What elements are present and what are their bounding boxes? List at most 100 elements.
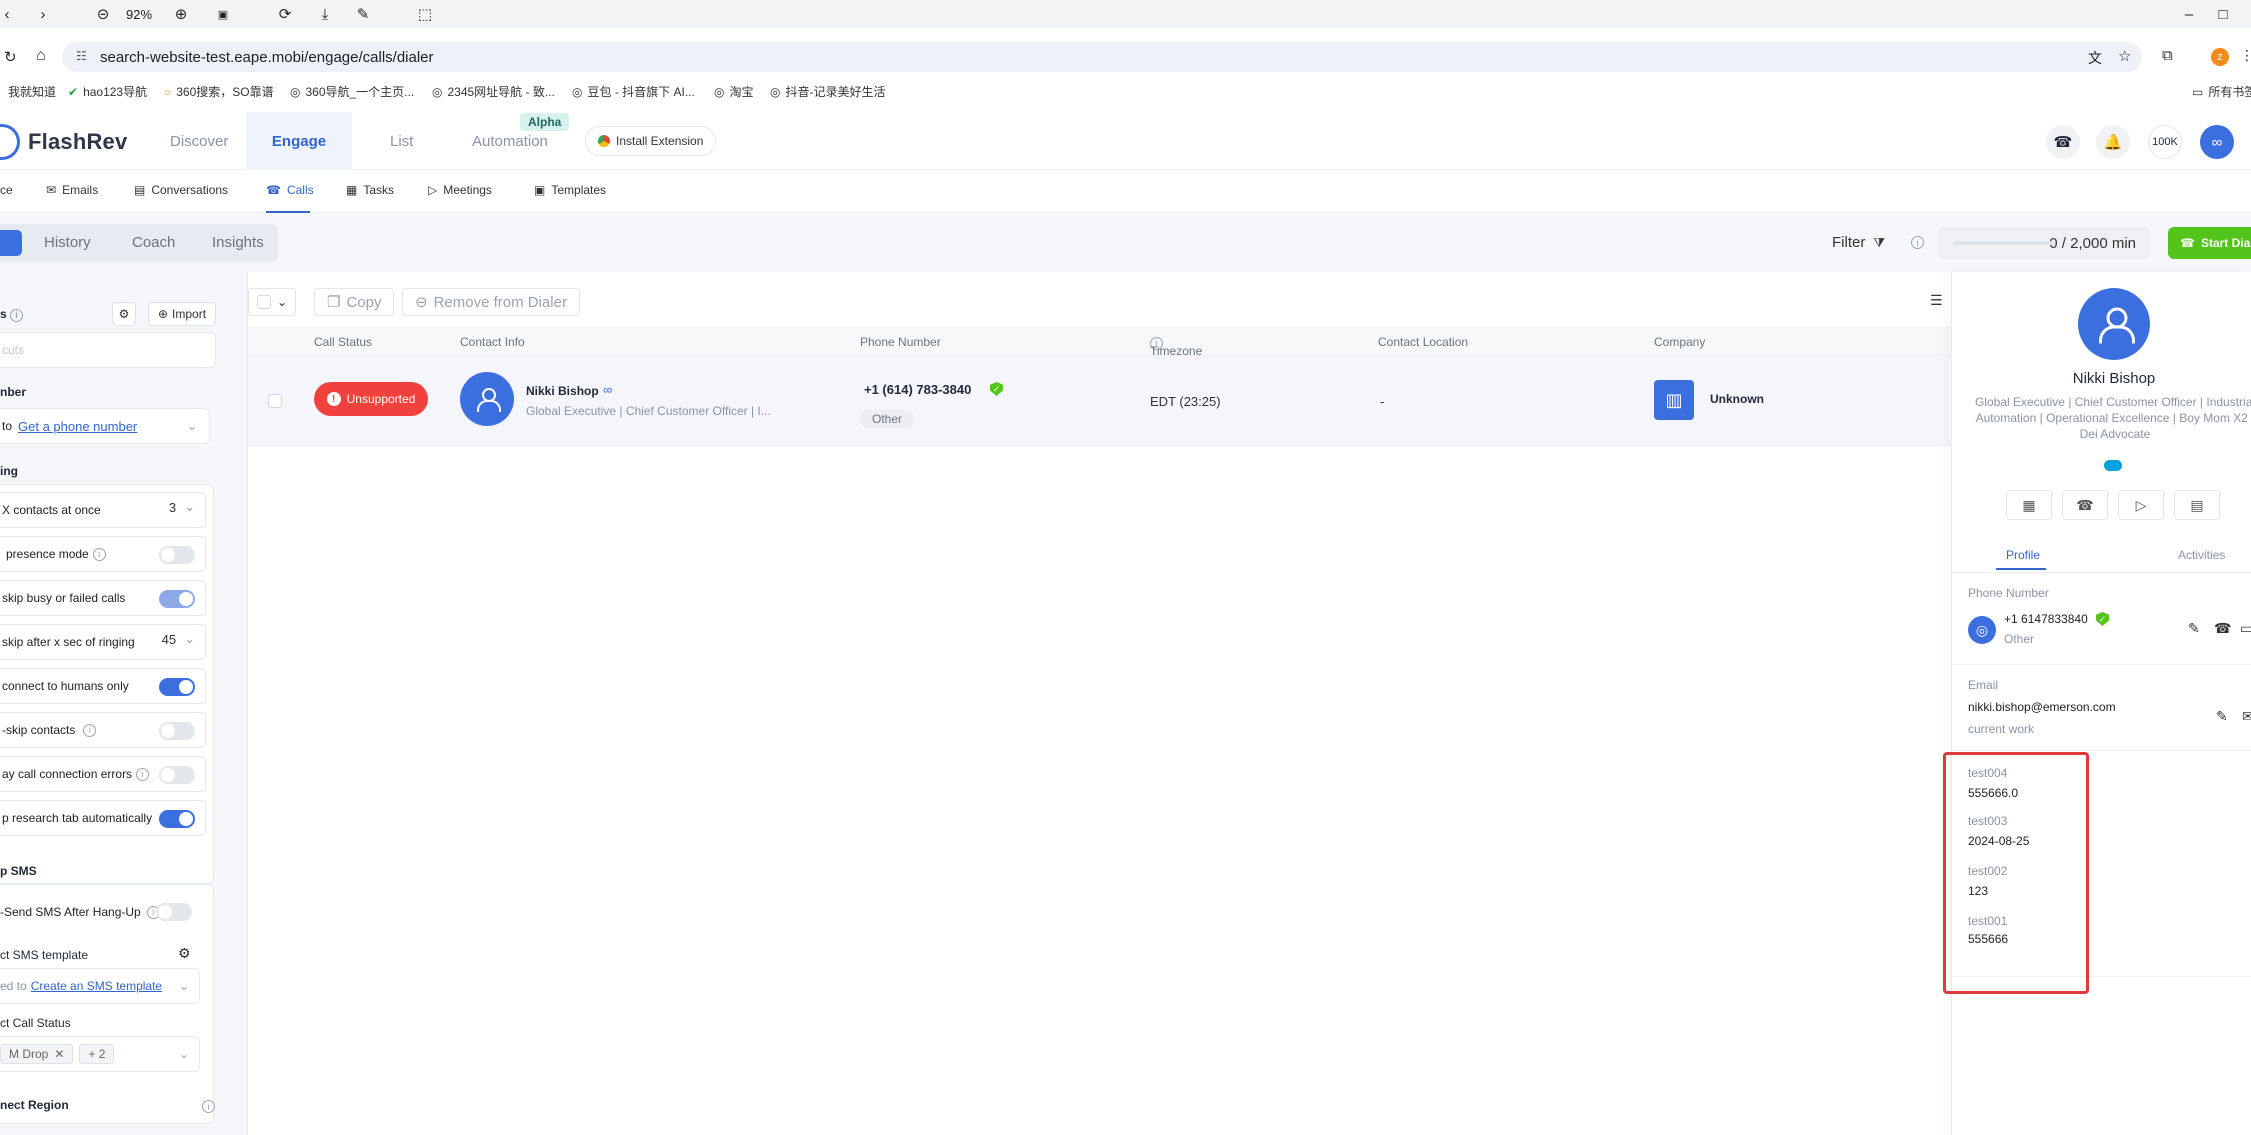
subnav-item[interactable]: ce	[0, 183, 13, 197]
bookmark-item[interactable]: ◎ 360导航_一个主页...	[290, 83, 414, 100]
home-icon[interactable]: ⌂	[36, 47, 46, 65]
all-bookmarks[interactable]: ▭ 所有书签	[2192, 83, 2251, 100]
mail-icon[interactable]: ✉	[2242, 708, 2251, 725]
auto-skip-toggle[interactable]	[159, 722, 195, 740]
bookmark-item[interactable]: ◎ 豆包 - 抖音旗下 AI...	[572, 83, 695, 100]
subnav-calls[interactable]: ☎ Calls	[266, 183, 314, 197]
site-info-icon[interactable]: ☷	[76, 49, 87, 63]
drawer-tab-profile[interactable]: Profile	[2006, 548, 2040, 562]
contact-name[interactable]: Nikki Bishop	[526, 384, 599, 398]
research-tab-toggle[interactable]	[159, 810, 195, 828]
drawer-email[interactable]: nikki.bishop@emerson.com	[1968, 700, 2116, 714]
note-icon[interactable]: ▤	[2174, 490, 2220, 520]
create-sms-template-link[interactable]: Create an SMS template	[31, 979, 162, 993]
subnav-meetings[interactable]: ▷ Meetings	[428, 183, 492, 197]
auto-sms-toggle[interactable]	[156, 903, 192, 921]
contacts-at-once-select[interactable]: 3 ⌄	[169, 499, 195, 515]
start-dial-button[interactable]: ☎ Start Dial	[2168, 227, 2251, 259]
chevron-down-icon: ⌄	[277, 295, 288, 309]
tab-insights[interactable]: Insights	[212, 234, 264, 251]
bell-icon[interactable]: 🔔	[2096, 125, 2130, 159]
subnav-templates[interactable]: ▣ Templates	[534, 183, 606, 197]
bookmark-item[interactable]: ✔ hao123导航	[68, 83, 147, 100]
calendar-icon: ▦	[346, 183, 358, 197]
company-name[interactable]: Unknown	[1710, 392, 1764, 406]
tab-history[interactable]: History	[44, 234, 91, 251]
import-button[interactable]: ⊕ Import	[148, 302, 216, 326]
subnav-emails[interactable]: ✉ Emails	[46, 183, 98, 197]
row-checkbox[interactable]	[268, 394, 282, 408]
copy-button[interactable]: ❐ Copy	[314, 288, 395, 316]
contact-avatar[interactable]	[460, 372, 514, 426]
call-icon[interactable]: ☎	[2062, 490, 2108, 520]
nav-discover[interactable]: Discover	[170, 112, 228, 170]
extensions-icon[interactable]: ⧉	[2162, 47, 2173, 64]
call-status-select[interactable]: M Drop ✕ + 2 ⌄	[0, 1036, 200, 1072]
filter-button[interactable]: Filter ⧩ i	[1832, 234, 1924, 251]
sms-template-select[interactable]: ed to Create an SMS template ⌄	[0, 968, 200, 1004]
profile-avatar[interactable]: z	[2211, 48, 2229, 66]
salesforce-icon[interactable]	[2104, 460, 2122, 471]
translate-icon[interactable]: 文	[2088, 48, 2102, 68]
select-all-checkbox[interactable]	[257, 295, 271, 309]
phone-number-select[interactable]: to Get a phone number ⌄	[0, 408, 210, 444]
credits-badge[interactable]: 100K	[2148, 125, 2182, 159]
screen-select-icon[interactable]: ⬚	[414, 4, 436, 24]
template-icon: ▣	[534, 183, 546, 197]
reload-icon[interactable]: ↻	[4, 48, 17, 66]
fit-page-icon[interactable]: ▣	[212, 4, 234, 24]
bookmark-item[interactable]: 我就知道	[8, 83, 56, 100]
column-settings-icon[interactable]: ☰	[1930, 292, 1943, 309]
edit-icon[interactable]: ✎	[2188, 620, 2200, 637]
bookmark-item[interactable]: ◎ 抖音-记录美好生活	[770, 83, 885, 100]
phone-number[interactable]: +1 (614) 783-3840	[864, 382, 971, 397]
skip-busy-toggle[interactable]	[159, 590, 195, 608]
table-row[interactable]: ! Unsupported Nikki Bishop ∞ Global Exec…	[248, 356, 1950, 446]
ringing-seconds-select[interactable]: 45 ⌄	[162, 631, 195, 647]
call-status-more-tag: + 2	[79, 1044, 115, 1064]
drawer-tab-activities[interactable]: Activities	[2178, 548, 2225, 562]
zoom-out-icon[interactable]: ⊝	[92, 4, 114, 24]
close-icon[interactable]: ✕	[54, 1047, 64, 1061]
nav-engage[interactable]: Engage	[246, 112, 352, 170]
shortcut-search-input[interactable]: cuts	[0, 332, 216, 368]
drawer-phone[interactable]: +1 6147833840	[2004, 612, 2088, 626]
download-icon[interactable]: ⤓	[314, 4, 336, 24]
nav-list[interactable]: List	[390, 112, 430, 170]
get-phone-number-link[interactable]: Get a phone number	[18, 419, 137, 434]
forward-arrow-icon[interactable]: ›	[36, 4, 50, 24]
subnav-tasks[interactable]: ▦ Tasks	[346, 183, 394, 197]
presence-mode-toggle[interactable]	[159, 546, 195, 564]
card-icon[interactable]: ▦	[2006, 490, 2052, 520]
remove-from-dialer-button[interactable]: ⊖ Remove from Dialer	[402, 288, 580, 316]
connection-errors-toggle[interactable]	[159, 766, 195, 784]
flashrev-logo[interactable]: FlashRev	[0, 124, 127, 160]
rotate-icon[interactable]: ⟳	[274, 4, 296, 24]
tab-dialer-active[interactable]	[0, 230, 22, 256]
sms-template-gear-icon[interactable]: ⚙	[178, 945, 191, 962]
maximize-icon[interactable]: □	[2214, 4, 2232, 24]
menu-dots-icon[interactable]: ⋮	[2240, 47, 2251, 64]
subnav-conversations[interactable]: ▤ Conversations	[134, 183, 228, 197]
user-avatar-icon[interactable]: ∞	[2200, 125, 2234, 159]
bookmark-item[interactable]: ◎ 2345网址导航 - 致...	[432, 83, 555, 100]
minimize-icon[interactable]: –	[2180, 4, 2198, 24]
phone-icon[interactable]: ☎	[2046, 125, 2080, 159]
chat-icon[interactable]: ▭	[2240, 620, 2251, 637]
bookmark-item[interactable]: ◎ 淘宝	[714, 83, 754, 100]
video-icon[interactable]: ▷	[2118, 490, 2164, 520]
install-extension-button[interactable]: Install Extension	[585, 126, 717, 156]
tab-coach[interactable]: Coach	[132, 234, 175, 251]
edit-icon[interactable]: ✎	[2216, 708, 2228, 725]
select-all-dropdown[interactable]: ⌄	[248, 288, 297, 316]
call-icon[interactable]: ☎	[2214, 620, 2231, 637]
bookmark-star-icon[interactable]: ☆	[2118, 47, 2131, 65]
draw-icon[interactable]: ✎	[352, 4, 374, 24]
bookmark-item[interactable]: ○ 360搜索，SO靠谱	[164, 83, 274, 100]
link-icon[interactable]: ∞	[603, 382, 612, 397]
back-arrow-icon[interactable]: ‹	[0, 4, 14, 24]
address-bar[interactable]: ☷ search-website-test.eape.mobi/engage/c…	[62, 42, 2142, 72]
settings-gear-icon[interactable]: ⚙	[112, 302, 136, 326]
humans-only-toggle[interactable]	[159, 678, 195, 696]
zoom-in-icon[interactable]: ⊕	[170, 4, 192, 24]
